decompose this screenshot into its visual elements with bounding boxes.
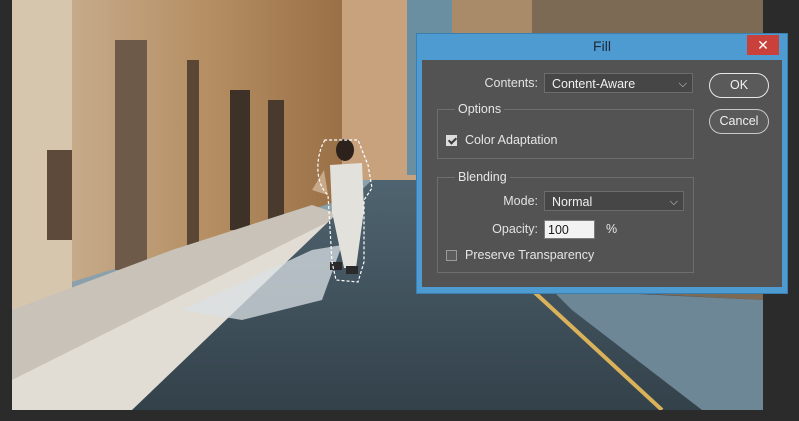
opacity-input[interactable] bbox=[544, 220, 595, 239]
preserve-transparency-checkbox[interactable] bbox=[446, 250, 457, 261]
color-adaptation-label: Color Adaptation bbox=[465, 133, 558, 147]
mode-label: Mode: bbox=[503, 194, 538, 208]
contents-label: Contents: bbox=[484, 76, 538, 90]
color-adaptation-checkbox[interactable] bbox=[446, 135, 457, 146]
cancel-button[interactable]: Cancel bbox=[709, 109, 769, 134]
chevron-down-icon: ⌵ bbox=[669, 196, 678, 208]
blending-title: Blending bbox=[455, 170, 510, 184]
preserve-transparency-label: Preserve Transparency bbox=[465, 248, 595, 262]
contents-value: Content-Aware bbox=[552, 77, 636, 91]
mode-select[interactable]: Normal ⌵ bbox=[544, 191, 684, 211]
opacity-label: Opacity: bbox=[492, 222, 538, 236]
options-title: Options bbox=[455, 102, 505, 116]
fill-dialog: Fill ✕ Contents: Content-Aware ⌵ OK Canc… bbox=[417, 34, 787, 293]
contents-select[interactable]: Content-Aware ⌵ bbox=[544, 73, 693, 93]
close-icon: ✕ bbox=[757, 37, 769, 53]
close-button[interactable]: ✕ bbox=[747, 35, 779, 55]
dialog-title: Fill bbox=[593, 38, 611, 54]
mode-value: Normal bbox=[552, 195, 593, 209]
chevron-down-icon: ⌵ bbox=[678, 78, 687, 90]
opacity-unit: % bbox=[606, 222, 618, 236]
ok-button[interactable]: OK bbox=[709, 73, 769, 98]
dialog-panel: Contents: Content-Aware ⌵ OK Cancel Opti… bbox=[422, 60, 782, 287]
